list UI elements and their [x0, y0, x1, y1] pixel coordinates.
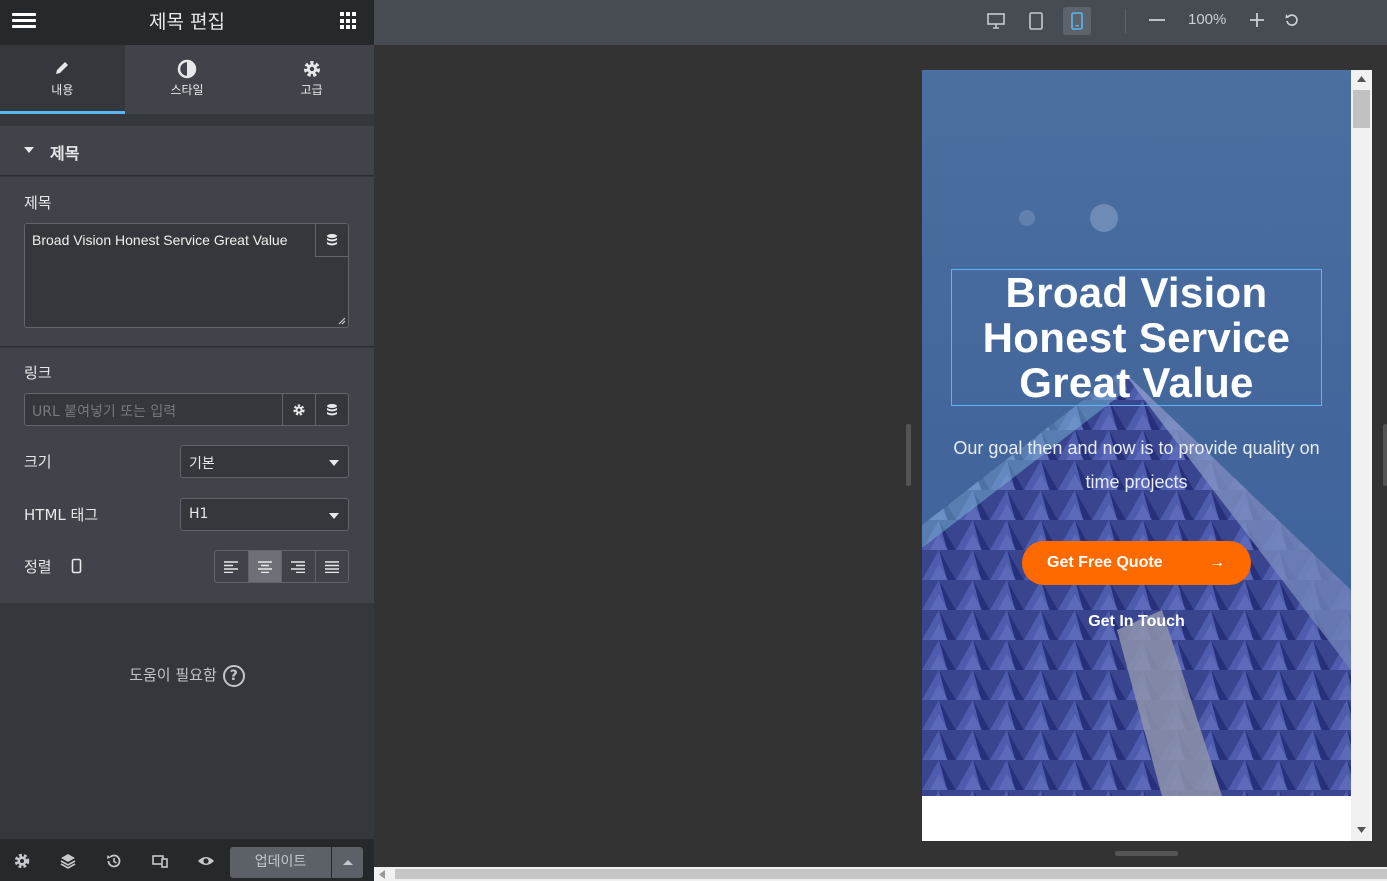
preview-eye-icon[interactable]: [196, 851, 216, 871]
section-title: 제목: [50, 144, 80, 163]
link-url-placeholder: URL 붙여넣기 또는 입력: [32, 404, 177, 420]
section-header-title[interactable]: 제목: [0, 126, 374, 176]
help-link[interactable]: 도움이 필요함?: [0, 664, 374, 687]
preview-scroll-thumb[interactable]: [1353, 90, 1370, 128]
preview-toolbar: 100%: [374, 0, 1387, 45]
editor-panel: 제목 편집 내용 스타일 고급 제목 제목 Broad Vision Hones…: [0, 0, 374, 881]
tab-advanced-label: 고급: [300, 83, 323, 97]
panel-header: 제목 편집: [0, 0, 374, 45]
mobile-device-icon[interactable]: [71, 558, 82, 574]
align-justify-icon: [324, 560, 339, 573]
mobile-device-button[interactable]: [1063, 7, 1091, 35]
size-select[interactable]: 기본: [180, 445, 349, 478]
resize-handle-bottom[interactable]: [1115, 851, 1178, 856]
reset-zoom-icon[interactable]: [1284, 12, 1300, 28]
mobile-preview-frame: Broad Vision Honest Service Great Value …: [922, 70, 1351, 841]
panel-tabs: 내용 스타일 고급: [0, 45, 374, 114]
get-in-touch-link[interactable]: Get In Touch: [1022, 613, 1251, 631]
canvas-horizontal-scroll-thumb[interactable]: [395, 869, 1387, 879]
alignment-field-label: 정렬: [24, 558, 52, 576]
history-icon[interactable]: [104, 851, 124, 871]
layers-icon[interactable]: [58, 851, 78, 871]
get-free-quote-label: Get Free Quote: [1047, 554, 1163, 571]
zoom-in-icon[interactable]: [1249, 12, 1265, 28]
link-dynamic-tags-button[interactable]: [315, 393, 348, 426]
scroll-down-icon[interactable]: [1357, 827, 1366, 833]
help-text: 도움이 필요함: [129, 666, 217, 684]
arrow-right-icon: →: [1209, 554, 1225, 571]
align-left-button[interactable]: [215, 551, 249, 582]
caret-down-icon: [329, 460, 339, 466]
help-circle-icon: ?: [222, 664, 245, 687]
tab-content[interactable]: 내용: [0, 45, 125, 114]
zoom-level: 100%: [1188, 11, 1227, 28]
scroll-left-icon[interactable]: [379, 870, 385, 879]
size-field-label: 크기: [24, 453, 52, 471]
resize-handle-right[interactable]: [1383, 424, 1387, 486]
resize-handle-icon[interactable]: [337, 316, 346, 325]
preview-vertical-scrollbar[interactable]: [1351, 70, 1372, 841]
title-field-label: 제목: [24, 194, 52, 212]
html-tag-select[interactable]: H1: [180, 498, 349, 531]
get-free-quote-button[interactable]: Get Free Quote →: [1022, 541, 1251, 585]
pencil-icon: [0, 59, 125, 81]
tab-advanced[interactable]: 고급: [249, 45, 374, 114]
title-textarea[interactable]: Broad Vision Honest Service Great Value: [24, 223, 349, 328]
toolbar-divider: [1125, 9, 1126, 33]
contrast-icon: [125, 59, 250, 81]
gear-icon: [249, 59, 374, 81]
html-tag-select-value: H1: [189, 506, 209, 522]
widgets-grid-icon[interactable]: [340, 12, 358, 30]
zoom-out-icon[interactable]: [1148, 13, 1166, 27]
panel-title: 제목 편집: [149, 11, 225, 33]
align-center-icon: [257, 560, 272, 573]
mobile-icon: [1071, 12, 1083, 30]
update-options-button[interactable]: [332, 847, 363, 878]
align-right-icon: [291, 560, 306, 573]
tablet-device-button[interactable]: [1022, 7, 1050, 35]
align-center-button[interactable]: [248, 551, 282, 582]
resize-handle-left[interactable]: [906, 424, 911, 486]
update-button[interactable]: 업데이트: [230, 847, 331, 878]
database-icon: [327, 234, 337, 246]
html-tag-field-label: HTML 태그: [24, 506, 99, 524]
alignment-button-group: [214, 550, 349, 583]
hero-headline[interactable]: Broad Vision Honest Service Great Value: [951, 270, 1322, 405]
settings-gear-icon[interactable]: [12, 851, 32, 871]
tablet-icon: [1029, 12, 1043, 30]
desktop-device-button[interactable]: [982, 7, 1010, 35]
database-icon: [327, 403, 337, 415]
tab-style-label: 스타일: [170, 83, 204, 97]
title-textarea-value: Broad Vision Honest Service Great Value: [32, 232, 288, 248]
desktop-icon: [987, 13, 1005, 29]
align-right-button[interactable]: [282, 551, 316, 582]
scroll-up-icon[interactable]: [1357, 76, 1366, 82]
caret-up-icon: [343, 860, 353, 865]
link-url-input[interactable]: URL 붙여넣기 또는 입력: [24, 393, 349, 426]
hero-subtext: Our goal then and now is to provide qual…: [953, 438, 1320, 492]
size-select-value: 기본: [189, 456, 215, 472]
responsive-mode-icon[interactable]: [150, 851, 170, 871]
link-field-label: 링크: [24, 364, 52, 382]
tab-content-label: 내용: [51, 83, 74, 97]
hero-section: Broad Vision Honest Service Great Value …: [922, 70, 1351, 796]
link-options-button[interactable]: [282, 393, 315, 426]
gear-icon: [293, 403, 305, 416]
dynamic-tags-button[interactable]: [315, 224, 348, 257]
align-left-icon: [224, 560, 239, 573]
caret-down-icon: [24, 147, 34, 153]
caret-down-icon: [329, 513, 339, 519]
tab-style[interactable]: 스타일: [125, 45, 250, 114]
align-justify-button[interactable]: [316, 551, 349, 582]
